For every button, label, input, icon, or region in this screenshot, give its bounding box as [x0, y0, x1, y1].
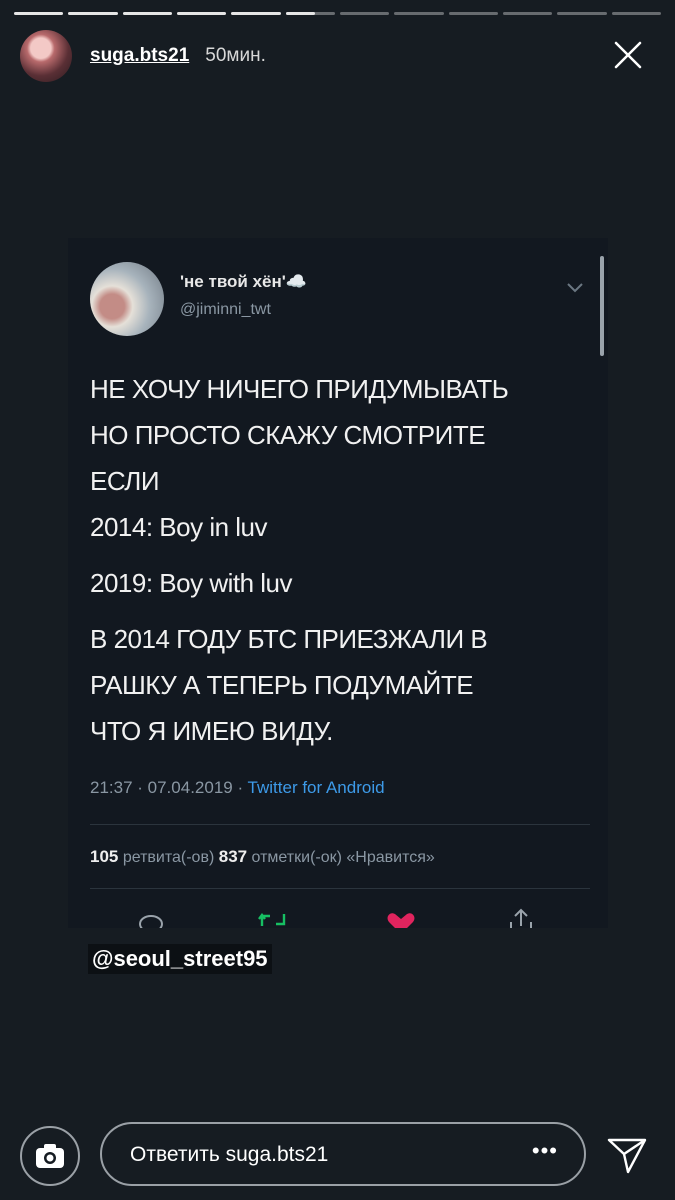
like-label: отметки(-ок) «Нравится»: [247, 849, 435, 866]
story-progress-bar: [14, 12, 661, 15]
divider: [90, 888, 590, 889]
tweet-line: НО ПРОСТО СКАЖУ СМОТРИТЕ: [90, 420, 486, 450]
retweet-icon: [258, 913, 286, 926]
share-icon: [510, 908, 532, 928]
story-username[interactable]: suga.bts21: [90, 45, 189, 67]
reply-input[interactable]: Ответить suga.bts21 •••: [100, 1122, 586, 1186]
reply-icon: [139, 915, 163, 928]
tweet-line: В 2014 ГОДУ БТС ПРИЕЗЖАЛИ В: [90, 624, 488, 654]
story-time: 50мин.: [205, 45, 266, 66]
tweet-stats: 105 ретвита(-ов) 837 отметки(-ок) «Нрави…: [90, 847, 435, 867]
progress-segment: [557, 12, 607, 15]
tweet-line: РАШКУ А ТЕПЕРЬ ПОДУМАЙТЕ: [90, 670, 474, 700]
story-footer: Ответить suga.bts21 •••: [0, 1120, 675, 1186]
avatar[interactable]: [20, 30, 72, 82]
scrollbar: [600, 256, 604, 356]
tweet-line: ЕСЛИ: [90, 466, 160, 496]
tweet-text: НЕ ХОЧУ НИЧЕГО ПРИДУМЫВАТЬ НО ПРОСТО СКА…: [90, 366, 590, 754]
send-icon[interactable]: [606, 1134, 648, 1176]
progress-segment-current: [285, 12, 335, 15]
progress-segment: [122, 12, 172, 15]
progress-segment: [611, 12, 661, 15]
tweet-actions: [90, 904, 590, 928]
progress-segment: [68, 12, 118, 15]
more-options-icon[interactable]: •••: [532, 1138, 558, 1164]
progress-segment: [394, 12, 444, 15]
tweet-screenshot: 'не твой хён'☁️ @jiminni_twt НЕ ХОЧУ НИЧ…: [68, 238, 608, 928]
retweet-count: 105: [90, 847, 119, 866]
tweet-line: ЧТО Я ИМЕЮ ВИДУ.: [90, 716, 333, 746]
progress-segment: [339, 12, 390, 15]
divider: [90, 824, 590, 825]
camera-icon: [36, 1144, 64, 1168]
like-count: 837: [218, 847, 248, 866]
tweet-line: НЕ ХОЧУ НИЧЕГО ПРИДУМЫВАТЬ: [90, 374, 509, 404]
tweet-source: Twitter for Android: [247, 778, 385, 797]
tweet-timestamp: 21:37 · 07.04.2019 ·: [90, 778, 248, 797]
progress-segment: [176, 12, 227, 15]
progress-segment: [448, 12, 498, 15]
camera-button[interactable]: [20, 1126, 80, 1186]
progress-segment: [14, 12, 64, 15]
retweet-label: ретвита(-ов): [118, 849, 219, 866]
close-icon[interactable]: [613, 40, 643, 70]
chevron-down-icon: [567, 283, 583, 293]
tweet-handle: @jiminni_twt: [180, 301, 271, 318]
tweet-avatar: [90, 262, 164, 336]
tweet-line: 2019: Boy with luv: [90, 568, 293, 598]
progress-segment: [231, 12, 281, 15]
heart-icon: [387, 913, 415, 928]
tweet-display-name: 'не твой хён'☁️: [180, 272, 307, 291]
progress-segment: [502, 12, 553, 15]
reply-placeholder: Ответить suga.bts21: [130, 1143, 329, 1166]
story-header: suga.bts21 50мин.: [20, 28, 661, 84]
tweet-meta: 21:37 · 07.04.2019 · Twitter for Android: [90, 778, 385, 798]
mention-sticker[interactable]: @seoul_street95: [88, 944, 272, 974]
tweet-line: 2014: Boy in luv: [90, 512, 268, 542]
